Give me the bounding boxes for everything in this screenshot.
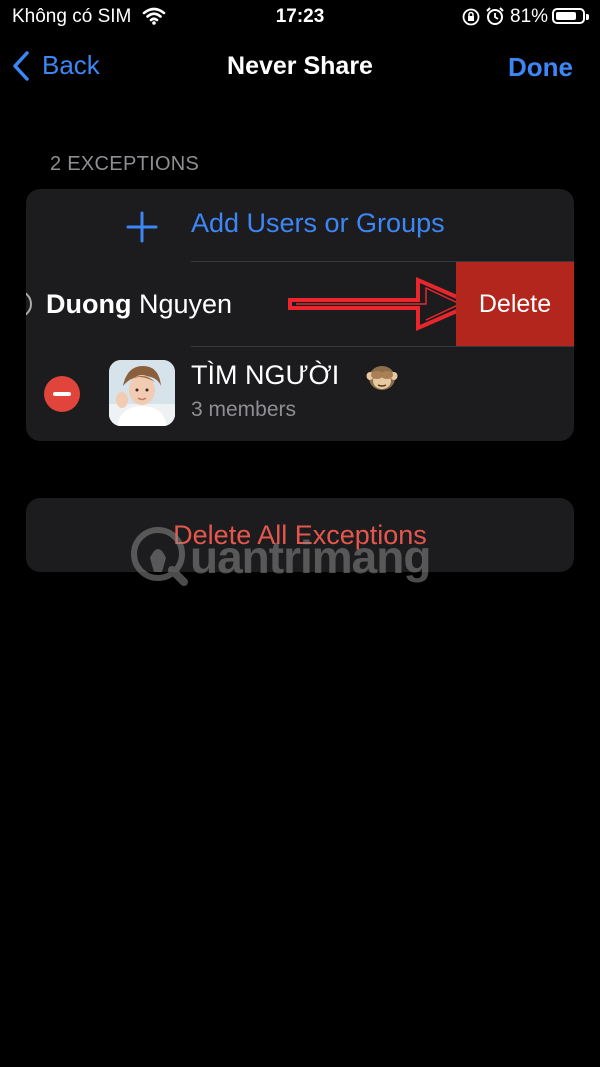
done-button[interactable]: Done — [508, 52, 573, 83]
contact-last-name: Nguyen — [139, 288, 233, 319]
delete-all-exceptions-button[interactable]: Delete All Exceptions — [26, 498, 574, 572]
swipe-delete-button[interactable]: Delete — [456, 262, 574, 346]
minus-icon — [53, 392, 71, 396]
remove-group-button[interactable] — [44, 376, 80, 412]
see-no-evil-monkey-icon — [366, 362, 398, 397]
plus-icon — [126, 211, 158, 248]
battery-fill — [556, 12, 576, 20]
exceptions-list: Add Users or Groups Duong Nguyen Delete — [26, 189, 574, 441]
battery-cap — [586, 14, 589, 20]
orientation-lock-icon — [461, 7, 481, 32]
group-avatar — [109, 360, 175, 426]
swiped-row-content: Duong Nguyen — [26, 262, 232, 346]
contact-first-name: Duong — [46, 288, 132, 319]
add-users-or-groups-button[interactable]: Add Users or Groups — [26, 189, 574, 261]
section-header: 2 EXCEPTIONS — [50, 153, 200, 175]
battery-percent: 81% — [510, 6, 549, 27]
group-name: TÌM NGƯỜI — [191, 360, 340, 390]
contact-name: Duong Nguyen — [46, 289, 232, 320]
annotation-arrow-icon — [288, 276, 478, 332]
contact-row-duong-nguyen[interactable]: Duong Nguyen Delete — [26, 262, 574, 346]
remove-button-partial — [26, 290, 32, 318]
group-row-tim-nguoi[interactable]: TÌM NGƯỜI 3 members — [26, 346, 574, 441]
battery-icon — [552, 8, 589, 24]
add-users-label: Add Users or Groups — [191, 208, 445, 238]
alarm-icon — [485, 6, 505, 31]
group-members-count: 3 members — [191, 398, 297, 421]
navigation-bar: Back Never Share Done — [0, 40, 600, 96]
status-bar: Không có SIM 17:23 81% — [0, 0, 600, 34]
